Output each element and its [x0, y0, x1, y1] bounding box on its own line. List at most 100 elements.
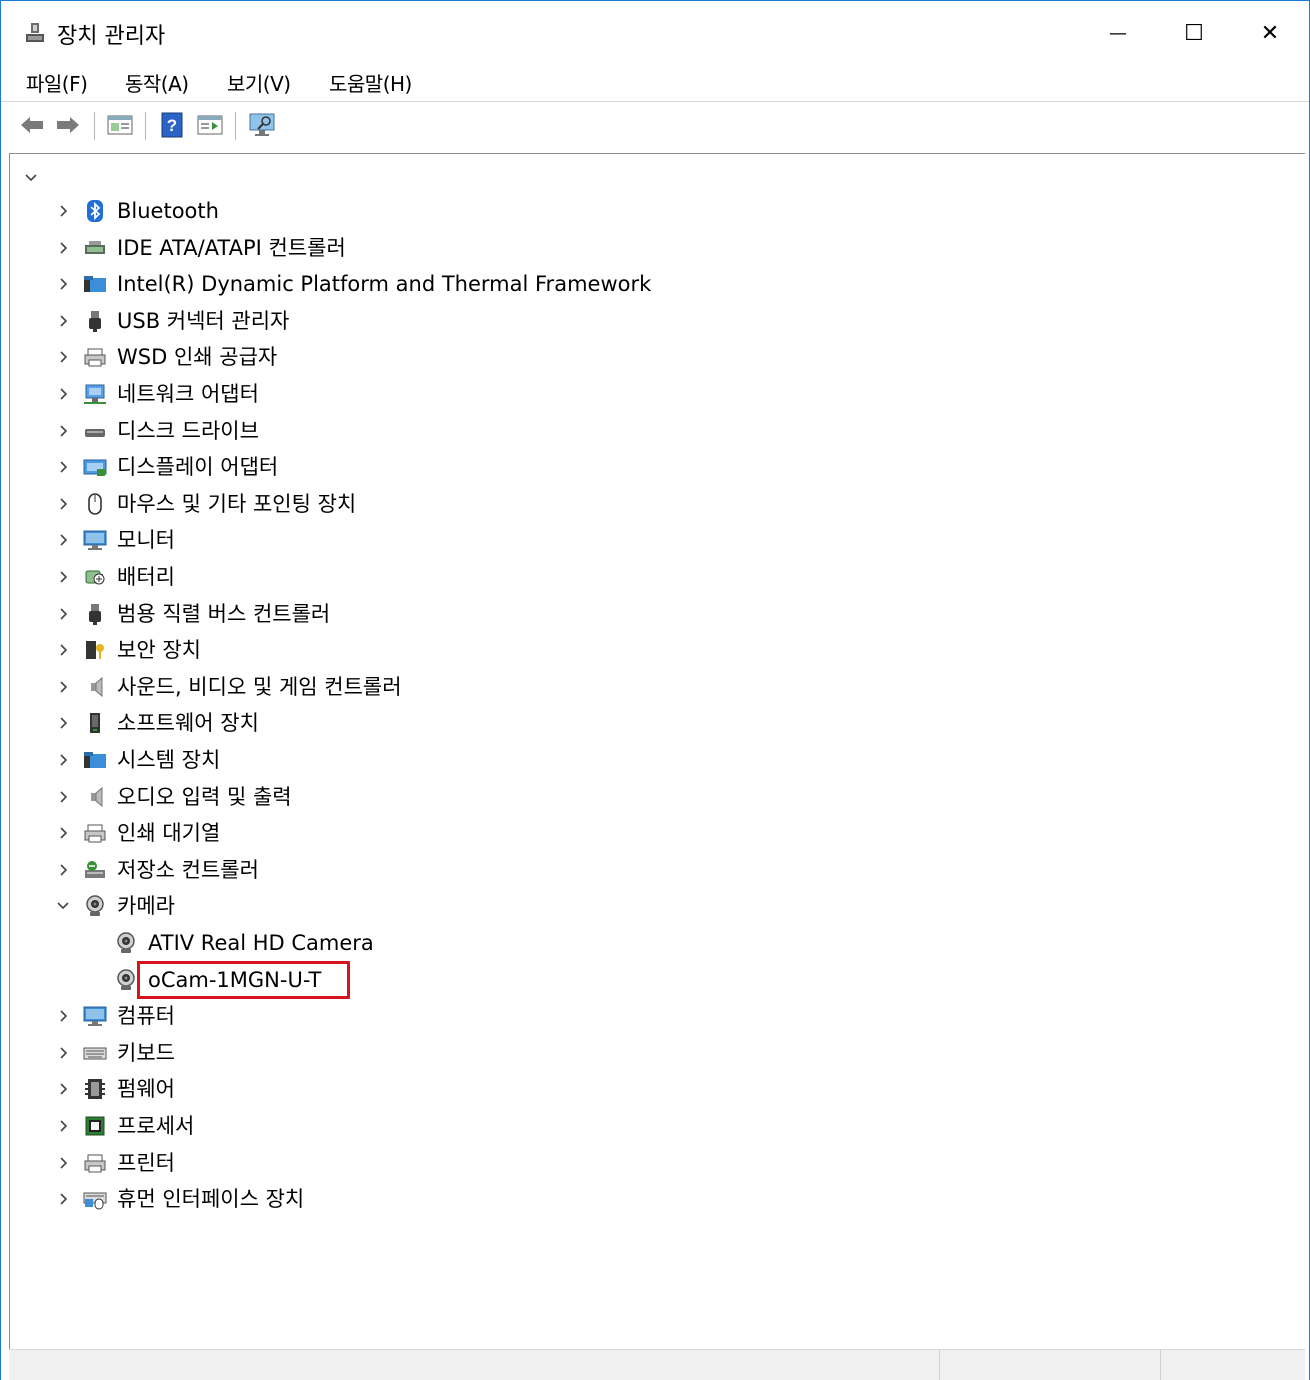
tree-category-label: 사운드, 비디오 및 게임 컨트롤러 [117, 674, 402, 699]
webcam-icon [117, 932, 135, 953]
monitor-icon [249, 113, 275, 136]
tree-category-label: 범용 직렬 버스 컨트롤러 [117, 601, 331, 626]
expand-chevron-icon[interactable] [56, 533, 70, 547]
tree-category-label: 소프트웨어 장치 [117, 711, 259, 736]
webcam-icon [86, 895, 104, 917]
minimize-button[interactable]: — [1079, 1, 1157, 65]
toolbar: ? [1, 101, 1309, 150]
toolbar-separator [145, 112, 146, 140]
tree-device-label: ATIV Real HD Camera [148, 931, 374, 955]
printer-icon [84, 1154, 106, 1173]
tree-category-label: 시스템 장치 [117, 748, 221, 772]
menu-file[interactable]: 파일(F) [26, 68, 88, 97]
expand-chevron-icon[interactable] [56, 643, 70, 657]
expand-chevron-icon[interactable] [56, 1046, 70, 1060]
window-title: 장치 관리자 [57, 24, 166, 49]
tree-category-label: 마우스 및 기타 포인팅 장치 [117, 491, 357, 516]
expand-chevron-icon[interactable] [56, 277, 70, 291]
expand-chevron-icon[interactable] [56, 460, 70, 474]
keyboard-icon [83, 1047, 107, 1060]
expand-chevron-icon[interactable] [56, 1082, 70, 1096]
tree-category-label: 프로세서 [117, 1114, 195, 1138]
menu-view[interactable]: 보기(V) [227, 68, 291, 97]
expand-chevron-icon[interactable] [56, 607, 70, 621]
device-tree[interactable]: Bluetooth IDE ATA/ATAPI 컨트롤러 Intel(R) Dyna… [9, 153, 1305, 1350]
status-divider [939, 1350, 940, 1380]
highlight-box [137, 960, 350, 999]
tree-category-label: 컴퓨터 [117, 1004, 175, 1029]
toolbar-separator [94, 112, 95, 140]
network-icon [84, 384, 106, 404]
processor-icon [85, 1116, 105, 1136]
device-manager-icon [26, 23, 44, 42]
expand-chevron-icon[interactable] [56, 314, 70, 328]
minimize-icon: — [1109, 22, 1127, 44]
properties-button[interactable] [105, 110, 135, 140]
tree-category-label: WSD 인쇄 공급자 [117, 345, 278, 370]
menu-bar: 파일(F) 동작(A) 보기(V) 도움말(H) [1, 65, 1309, 101]
menu-action[interactable]: 동작(A) [125, 68, 189, 97]
expand-chevron-icon[interactable] [56, 826, 70, 840]
hid-icon [83, 1192, 107, 1210]
expand-chevron-icon[interactable] [56, 1009, 70, 1023]
tree-category-label: 오디오 입력 및 출력 [117, 784, 292, 809]
tree-category-label: Intel(R) Dynamic Platform and Thermal Fr… [117, 272, 652, 297]
tree-category-label: 보안 장치 [117, 638, 201, 663]
toolbar-separator [235, 112, 236, 140]
expand-chevron-icon[interactable] [56, 204, 70, 218]
view-icon [197, 115, 223, 135]
maximize-button[interactable]: ☐ [1155, 1, 1233, 65]
tree-category-label: 펌웨어 [117, 1077, 175, 1102]
expand-chevron-icon[interactable] [56, 424, 70, 438]
security-device-icon [86, 641, 104, 660]
help-button[interactable]: ? [157, 110, 187, 140]
tree-category-label: IDE ATA/ATAPI 컨트롤러 [117, 235, 346, 260]
tree-category-label: Bluetooth [117, 199, 219, 223]
status-bar [9, 1349, 1305, 1380]
usb-icon [89, 603, 101, 625]
expand-chevron-icon[interactable] [56, 790, 70, 804]
printer-icon [84, 348, 106, 367]
tree-category-label: 키보드 [117, 1040, 175, 1065]
folder-device-icon [84, 752, 106, 768]
tree-category-label: USB 커넥터 관리자 [117, 308, 290, 333]
expand-chevron-icon[interactable] [56, 680, 70, 694]
software-device-icon [90, 713, 100, 734]
bluetooth-icon [87, 200, 103, 222]
expand-chevron-icon[interactable] [56, 1192, 70, 1206]
back-button[interactable] [17, 110, 47, 140]
expand-chevron-icon[interactable] [56, 863, 70, 877]
display-adapter-icon [83, 459, 107, 477]
expand-chevron-icon[interactable] [56, 497, 70, 511]
menu-help[interactable]: 도움말(H) [329, 68, 412, 97]
tree-category-label: 휴먼 인터페이스 장치 [117, 1187, 305, 1212]
forward-button[interactable] [53, 110, 83, 140]
close-button[interactable]: ✕ [1231, 1, 1309, 65]
expand-chevron-icon[interactable] [56, 1119, 70, 1133]
tree-category-label: 모니터 [117, 528, 175, 553]
expand-chevron-icon[interactable] [56, 753, 70, 767]
scan-hardware-button[interactable] [247, 110, 279, 140]
back-icon [21, 117, 43, 133]
collapse-chevron-icon[interactable] [56, 899, 70, 913]
expand-chevron-icon[interactable] [56, 350, 70, 364]
tree-category-label: 배터리 [117, 565, 175, 589]
view-button[interactable] [195, 110, 225, 140]
title-bar[interactable]: 장치 관리자 — ☐ ✕ [1, 1, 1309, 65]
expand-chevron-icon[interactable] [56, 716, 70, 730]
expand-chevron-icon[interactable] [56, 241, 70, 255]
mouse-icon [88, 492, 102, 515]
tree-category-label: 디스크 드라이브 [117, 418, 259, 443]
usb-icon [89, 310, 101, 332]
root-expand-chevron-icon[interactable] [24, 171, 38, 185]
speaker-icon [91, 676, 103, 697]
close-icon: ✕ [1260, 20, 1280, 46]
maximize-icon: ☐ [1184, 20, 1204, 46]
firmware-icon [85, 1079, 105, 1100]
expand-chevron-icon[interactable] [56, 1156, 70, 1170]
battery-icon [85, 570, 105, 585]
expand-chevron-icon[interactable] [56, 570, 70, 584]
expand-chevron-icon[interactable] [56, 387, 70, 401]
device-manager-window: 장치 관리자 — ☐ ✕ 파일(F) 동작(A) 보기(V) 도움말(H) ? … [0, 0, 1310, 1380]
speaker-icon [91, 786, 103, 807]
